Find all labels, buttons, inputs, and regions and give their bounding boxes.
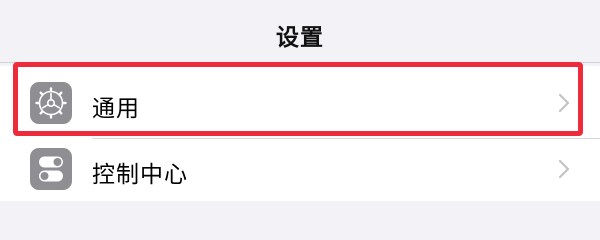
gear-icon [30,82,72,124]
chevron-right-icon [558,159,570,179]
settings-row-general[interactable]: 通用 [0,70,600,136]
settings-row-control-center[interactable]: 控制中心 [0,136,600,201]
settings-group: 通用 控制中心 [0,66,600,201]
toggle-switches-icon [30,148,72,190]
settings-row-label: 控制中心 [92,162,188,188]
chevron-right-icon [558,93,570,113]
nav-divider [0,62,600,63]
settings-row-label: 通用 [92,96,140,122]
page-title: 设置 [276,25,324,51]
settings-screen: 设置 通用 控制中心 [0,0,600,201]
toggle-switches-icon-graphic [39,156,63,182]
gear-icon-graphic [35,87,67,119]
